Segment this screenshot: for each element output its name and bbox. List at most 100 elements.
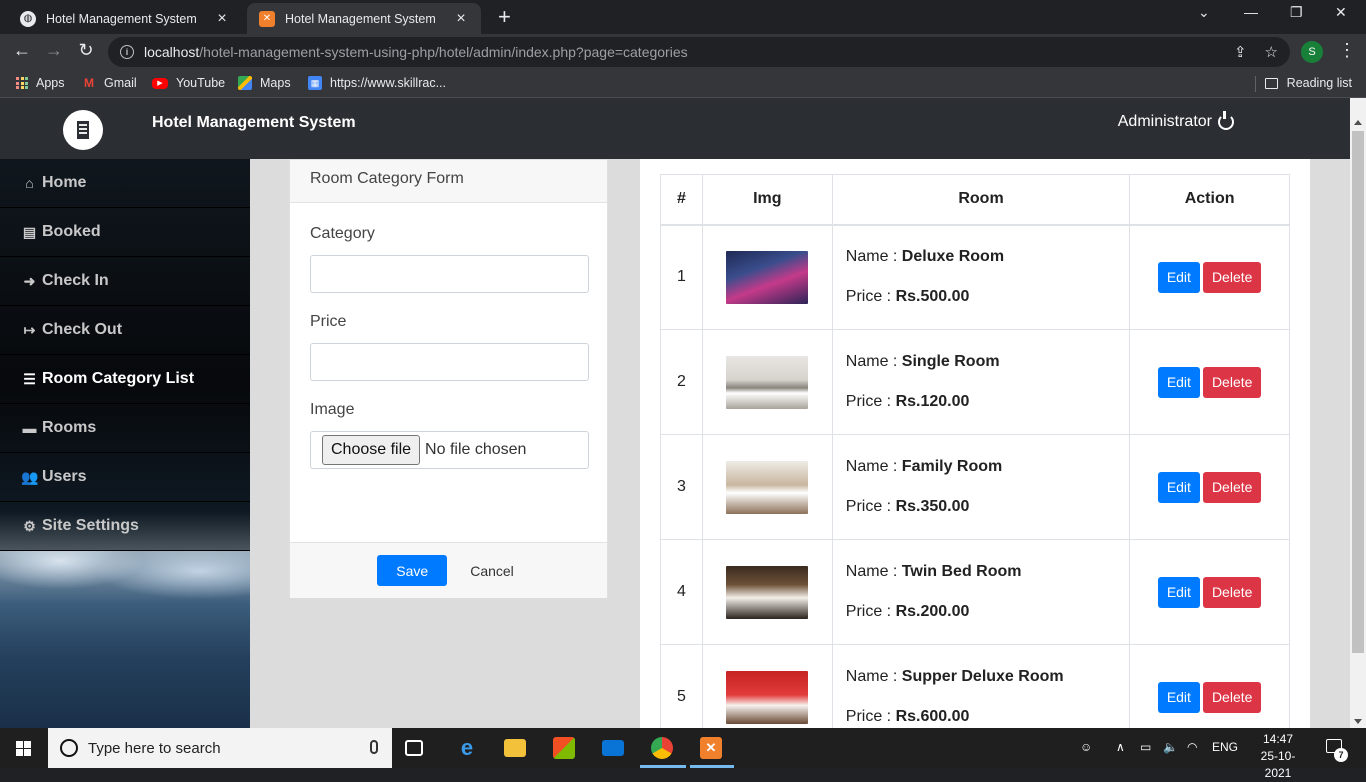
page-scrollbar[interactable]	[1350, 98, 1366, 728]
save-button[interactable]: Save	[377, 555, 448, 586]
edge-icon[interactable]: e	[456, 735, 478, 760]
price-prefix: Price :	[845, 498, 896, 515]
site-info-icon[interactable]: i	[120, 45, 134, 59]
name-prefix: Name :	[845, 668, 902, 685]
app-top-navbar: Hotel Management System Administrator	[0, 98, 1350, 159]
taskbar-search-box[interactable]: Type here to search	[48, 728, 392, 768]
sidebar-item-label: Room Category List	[42, 370, 195, 387]
bookmark-apps[interactable]: Apps	[16, 76, 65, 90]
bookmark-maps[interactable]: Maps	[238, 76, 291, 90]
windows-start-icon[interactable]	[16, 741, 31, 756]
browser-menu-icon[interactable]: ⋮	[1338, 40, 1356, 61]
edit-button[interactable]: Edit	[1157, 366, 1200, 398]
taskbar-clock[interactable]: 14:47 25-10-2021	[1250, 731, 1306, 782]
address-bar[interactable]: i localhost/hotel-management-system-usin…	[108, 37, 1290, 67]
xampp-taskbar-icon[interactable]: ✕	[700, 737, 722, 759]
bookmark-youtube[interactable]: ▶ YouTube	[152, 76, 225, 90]
reading-list-icon	[1264, 77, 1278, 89]
share-icon[interactable]: ⇪	[1234, 43, 1247, 61]
reload-icon[interactable]: ↻	[74, 40, 98, 61]
browser-tab-1[interactable]: ◍ Hotel Management System ×	[8, 3, 242, 34]
delete-button[interactable]: Delete	[1202, 471, 1262, 503]
edit-button[interactable]: Edit	[1157, 471, 1200, 503]
sidebar-item-check-in[interactable]: ➜ Check In	[0, 257, 250, 306]
url-path: /hotel-management-system-using-php/hotel…	[199, 44, 688, 60]
profile-avatar[interactable]: S	[1301, 41, 1323, 63]
notification-count-badge: 7	[1334, 748, 1348, 762]
edit-button[interactable]: Edit	[1157, 261, 1200, 293]
scroll-up-arrow-icon[interactable]	[1354, 120, 1362, 125]
forward-arrow-icon[interactable]: →	[42, 40, 66, 61]
image-label: Image	[310, 401, 355, 418]
language-indicator[interactable]: ENG	[1212, 740, 1238, 754]
youtube-icon: ▶	[152, 77, 168, 89]
sidebar-item-booked[interactable]: ▤ Booked	[0, 208, 250, 257]
restore-button[interactable]: ❐	[1290, 4, 1303, 21]
hotel-building-icon[interactable]	[63, 110, 103, 150]
action-cell: Edit Delete	[1129, 329, 1290, 435]
delete-button[interactable]: Delete	[1202, 576, 1262, 608]
room-info-cell: Name : Supper Deluxe Room Price : Rs.600…	[831, 644, 1131, 728]
admin-user-menu[interactable]: Administrator	[1118, 111, 1234, 131]
image-file-input[interactable]: Choose file No file chosen	[310, 431, 589, 469]
clock-time: 14:47	[1262, 732, 1294, 746]
scroll-down-arrow-icon[interactable]	[1354, 719, 1362, 724]
sidebar-item-rooms[interactable]: ▬ Rooms	[0, 404, 250, 453]
power-icon[interactable]	[1218, 111, 1234, 130]
price-input[interactable]	[310, 343, 589, 381]
mail-icon[interactable]	[602, 740, 624, 756]
sidebar-item-home[interactable]: ⌂ Home	[0, 159, 250, 208]
microsoft-store-icon[interactable]	[553, 737, 575, 759]
close-window-button[interactable]: ✕	[1335, 4, 1347, 21]
close-tab-icon[interactable]: ×	[453, 10, 469, 28]
file-explorer-icon[interactable]	[504, 739, 526, 757]
task-view-icon[interactable]	[405, 740, 423, 756]
sidebar-item-label: Users	[42, 468, 87, 485]
chrome-icon[interactable]	[651, 737, 673, 759]
volume-icon[interactable]: 🔈	[1163, 740, 1178, 754]
bookmark-star-icon[interactable]: ☆	[1265, 43, 1278, 61]
close-tab-icon[interactable]: ×	[214, 10, 230, 28]
row-number: 2	[660, 329, 703, 435]
form-title: Room Category Form	[290, 160, 607, 203]
back-arrow-icon[interactable]: ←	[10, 40, 34, 61]
bookmark-skillrack[interactable]: ▦ https://www.skillrac...	[308, 76, 446, 90]
reading-list-button[interactable]: Reading list	[1264, 76, 1352, 90]
price-prefix: Price :	[845, 393, 896, 410]
browser-tab-2[interactable]: ✕ Hotel Management System ×	[247, 3, 481, 34]
cancel-button[interactable]: Cancel	[464, 563, 520, 579]
show-hidden-icons-icon[interactable]: ∧	[1116, 740, 1125, 754]
delete-button[interactable]: Delete	[1202, 366, 1262, 398]
delete-button[interactable]: Delete	[1202, 681, 1262, 713]
scrollbar-thumb[interactable]	[1352, 131, 1364, 653]
action-cell: Edit Delete	[1129, 539, 1290, 645]
column-header-number: #	[660, 174, 703, 226]
sidebar-item-check-out[interactable]: ↦ Check Out	[0, 306, 250, 355]
bookmark-gmail[interactable]: M Gmail	[82, 76, 137, 90]
room-thumbnail	[726, 460, 809, 514]
sidebar-item-users[interactable]: 👥 Users	[0, 453, 250, 502]
minimize-button[interactable]: —	[1244, 4, 1258, 20]
delete-button[interactable]: Delete	[1202, 261, 1262, 293]
windows-taskbar: Type here to search e ✕ ☺ ∧ ▭ 🔈 ◠ ENG 14…	[0, 728, 1366, 780]
wifi-icon[interactable]: ◠	[1187, 740, 1197, 754]
tab-search-icon[interactable]: ⌄	[1198, 4, 1210, 21]
cortana-circle-icon	[60, 739, 78, 757]
people-icon[interactable]: ☺	[1080, 740, 1092, 754]
new-tab-button[interactable]: +	[498, 5, 511, 29]
edit-button[interactable]: Edit	[1157, 681, 1200, 713]
action-cell: Edit Delete	[1129, 644, 1290, 728]
globe-icon: ◍	[20, 10, 36, 27]
room-price: Rs.350.00	[895, 498, 970, 515]
category-input[interactable]	[310, 255, 589, 293]
choose-file-button[interactable]: Choose file	[322, 435, 421, 465]
room-category-table: # Img Room Action 1 Name : Deluxe Room P…	[660, 174, 1290, 728]
row-number: 1	[660, 224, 703, 330]
edit-button[interactable]: Edit	[1157, 576, 1200, 608]
sidebar-item-site-settings[interactable]: ⚙ Site Settings	[0, 502, 250, 551]
microphone-icon[interactable]	[370, 740, 378, 754]
row-number: 4	[660, 539, 703, 645]
table-header-row: # Img Room Action	[660, 174, 1290, 226]
battery-icon[interactable]: ▭	[1140, 740, 1151, 754]
sidebar-item-room-category-list[interactable]: ☰ Room Category List	[0, 355, 250, 404]
